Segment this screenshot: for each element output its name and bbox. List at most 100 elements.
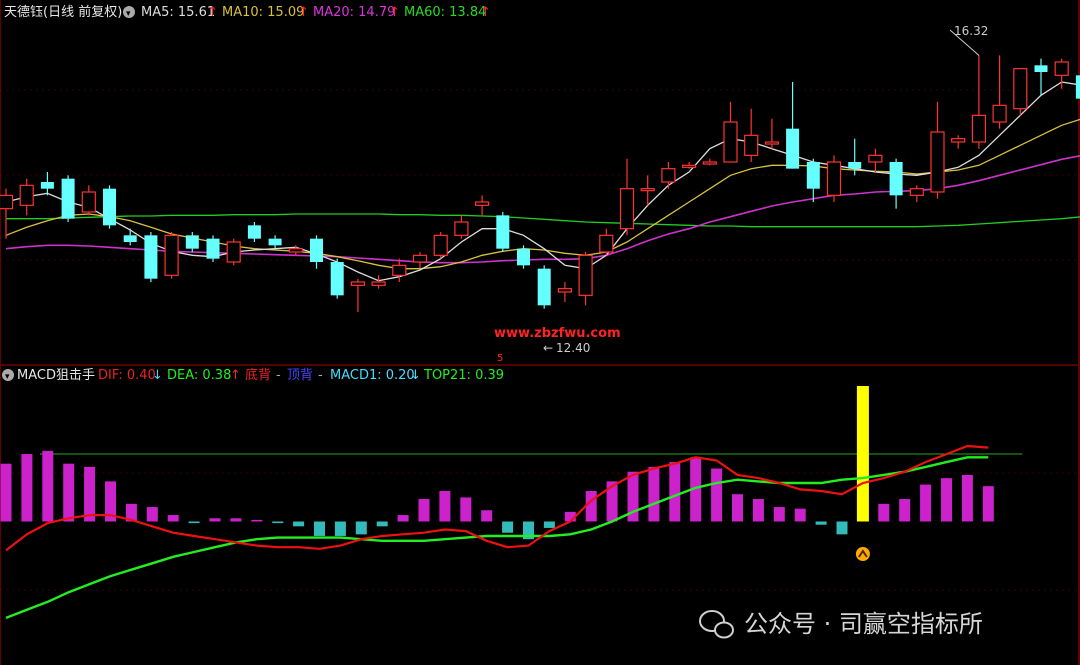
candle-body-9	[185, 235, 199, 249]
macd-bar-28	[585, 490, 597, 522]
candle-body-23	[475, 201, 490, 206]
macd-bar-23	[481, 510, 493, 522]
stock-chart: 天德钰(日线 前复权) ▾ MA5: 15.61 ↑ MA10: 15.09 ↑…	[0, 0, 1080, 665]
candle-body-4	[81, 191, 96, 213]
candle-body-15	[310, 238, 323, 262]
ma5-label: MA5: 15.61	[141, 5, 215, 20]
macd-bar-31	[648, 466, 660, 522]
signal-bar	[856, 386, 869, 522]
candle-body-29	[599, 234, 614, 253]
candle-body-28	[578, 254, 593, 296]
macd-bar-39	[815, 521, 827, 525]
candle-body-19	[392, 264, 407, 276]
macd-bar-11	[230, 518, 242, 522]
candle-body-52	[1075, 75, 1080, 99]
candle-body-40	[826, 161, 842, 196]
candle-body-1	[19, 184, 34, 206]
candle-body-49	[1013, 68, 1028, 110]
macd-bar-24	[502, 521, 514, 533]
macd-bar-26	[543, 521, 555, 528]
candle-body-39	[806, 162, 820, 189]
dibei-label: 底背	[245, 367, 271, 383]
candle-body-10	[206, 238, 220, 259]
candle-body-18	[371, 281, 386, 286]
ma10-up-arrow: ↑	[298, 5, 309, 20]
macd-bar-47	[982, 486, 994, 522]
candle-body-7	[144, 235, 158, 279]
candle-body-17	[350, 281, 365, 286]
candle-body-31	[640, 188, 655, 192]
macd1-label: MACD1: 0.20	[330, 368, 415, 383]
ma5-up-arrow: ↑	[207, 5, 218, 20]
candle-body-47	[971, 114, 987, 143]
macd-bar-44	[920, 484, 932, 522]
ma60-up-arrow: ↑	[480, 5, 491, 20]
dea-label: DEA: 0.38	[167, 368, 231, 383]
candle-body-2	[40, 182, 54, 189]
macd-bar-2	[42, 450, 54, 522]
candle-body-21	[433, 234, 448, 256]
macd-bar-14	[293, 521, 305, 527]
candle-body-48	[992, 104, 1007, 123]
low-price-label: 12.40	[556, 341, 590, 355]
macd-bar-43	[899, 499, 911, 522]
macd-bar-9	[188, 521, 200, 524]
macd-bar-21	[439, 490, 451, 522]
candle-body-16	[330, 262, 344, 296]
candle-body-27	[557, 288, 573, 293]
candle-body-24	[496, 215, 510, 249]
low-marker: 5	[497, 353, 503, 364]
candle-body-33	[681, 164, 697, 168]
macd-bar-19	[397, 515, 409, 522]
macd-bar-42	[878, 503, 890, 522]
wechat-icon-small	[714, 621, 734, 639]
candle-body-8	[164, 234, 179, 276]
dea-up-arrow: ↑	[230, 368, 241, 383]
macd-bar-4	[84, 466, 96, 522]
ma10-label: MA10: 15.09	[222, 5, 304, 20]
macd-bar-18	[376, 521, 388, 527]
candle-body-30	[619, 188, 635, 230]
candle-body-0	[0, 194, 14, 210]
indicator-title: MACD狙击手	[17, 368, 95, 383]
candle-body-45	[930, 131, 945, 193]
macd-bar-46	[961, 474, 973, 522]
indicator-settings-glyph: ▾	[5, 372, 10, 382]
candle-body-51	[1054, 61, 1069, 76]
dash-separator: -	[276, 368, 281, 383]
candle-body-43	[889, 162, 903, 196]
macd-bar-16	[334, 521, 346, 536]
dif-label: DIF: 0.40	[98, 368, 156, 383]
watermark-text: 公众号 · 司赢空指标所	[744, 610, 983, 638]
dif-down-arrow: ↓	[152, 368, 163, 383]
candle-body-41	[848, 162, 862, 169]
site-watermark: www.zbzfwu.com	[494, 326, 621, 341]
macd-bar-15	[314, 521, 325, 536]
candle-body-6	[123, 235, 137, 242]
settings-icon-glyph: ▾	[126, 9, 131, 19]
macd-bar-34	[711, 468, 723, 522]
macd-bar-22	[460, 497, 472, 522]
macd-bar-8	[167, 515, 179, 522]
macd-bar-0	[0, 463, 12, 522]
macd-bar-32	[669, 462, 681, 522]
candle-body-13	[268, 238, 282, 246]
candle-body-14	[288, 248, 303, 253]
low-price-arrow: ←	[543, 341, 553, 355]
macd-bar-1	[21, 454, 33, 522]
macd-bar-37	[773, 507, 785, 522]
macd-bar-17	[355, 521, 367, 535]
candle-body-46	[951, 138, 966, 143]
dingbei-label: 顶背	[287, 368, 313, 383]
candle-body-36	[744, 134, 759, 156]
dash-separator-2: -	[318, 368, 323, 383]
candle-body-12	[247, 225, 261, 239]
candle-body-26	[537, 268, 551, 306]
candle-body-3	[61, 178, 75, 219]
candle-body-25	[517, 248, 530, 266]
candle-body-42	[868, 154, 883, 163]
signal-marker-icon	[855, 547, 870, 561]
macd-bar-38	[794, 508, 806, 522]
top21-label: TOP21: 0.39	[423, 368, 504, 383]
macd-bar-12	[251, 519, 263, 522]
